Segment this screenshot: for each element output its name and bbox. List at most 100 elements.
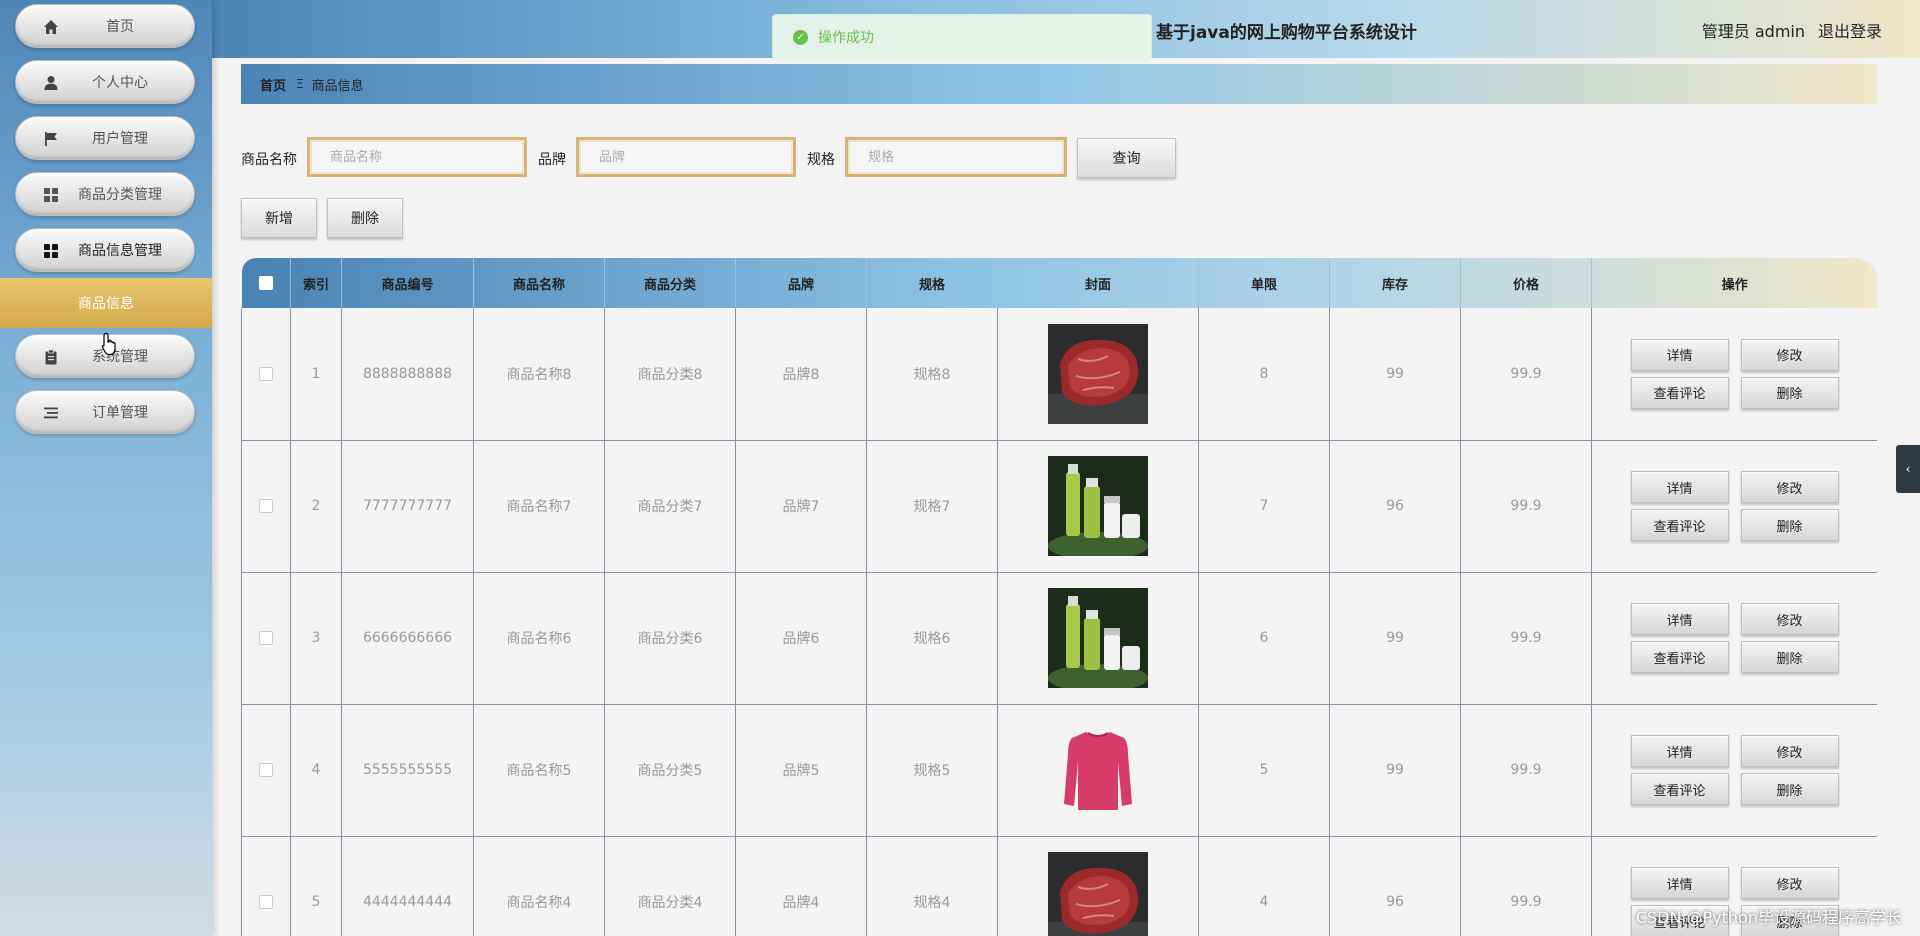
cell-code: 8888888888	[341, 308, 474, 441]
sidebar-item-profile[interactable]: 个人中心	[15, 60, 195, 104]
view-reviews-button[interactable]: 查看评论	[1630, 509, 1729, 541]
breadcrumb-current: 商品信息	[311, 78, 364, 94]
row-select-cell[interactable]	[241, 704, 291, 837]
column-header: 索引	[290, 258, 342, 308]
edit-button[interactable]: 修改	[1740, 867, 1839, 899]
row-checkbox[interactable]	[259, 763, 273, 777]
sidebar-item-home[interactable]: 首页	[15, 4, 195, 48]
edit-button[interactable]: 修改	[1740, 338, 1839, 371]
column-header: 单限	[1198, 258, 1330, 308]
site-title: 基于java的网上购物平台系统设计	[1156, 23, 1417, 43]
cell-price: 99.9	[1460, 440, 1592, 573]
view-reviews-button[interactable]: 查看评论	[1630, 376, 1729, 409]
cell-name: 商品名称4	[473, 836, 605, 936]
breadcrumb: 首页 Ξ 商品信息	[241, 64, 1877, 104]
column-header: 商品编号	[341, 258, 474, 308]
cell-limit: 8	[1198, 308, 1330, 441]
cell-brand: 品牌8	[735, 308, 867, 441]
cell-price: 99.9	[1460, 308, 1592, 441]
cell-category: 商品分类7	[604, 440, 736, 573]
row-select-cell[interactable]	[241, 308, 291, 441]
batch-delete-button[interactable]: 删除	[327, 198, 403, 238]
cell-spec: 规格6	[866, 572, 998, 705]
sidebar-item-category[interactable]: 商品分类管理	[15, 172, 195, 216]
sidebar-item-orders[interactable]: 订单管理	[15, 390, 195, 434]
column-header: 商品分类	[604, 258, 736, 308]
add-button[interactable]: 新增	[241, 198, 317, 238]
cell-spec: 规格4	[866, 836, 998, 936]
detail-button[interactable]: 详情	[1630, 603, 1729, 635]
column-header: 库存	[1329, 258, 1461, 308]
table-row: 2 7777777777 商品名称7 商品分类7 品牌7 规格7 7 96 99…	[241, 440, 1877, 573]
column-header: 规格	[866, 258, 998, 308]
column-header: 商品名称	[473, 258, 605, 308]
watermark: CSDN @Python毕设源码程序高学长	[1635, 908, 1902, 927]
delete-button[interactable]: 删除	[1740, 773, 1839, 805]
select-all-cell[interactable]	[241, 258, 291, 308]
logout-link[interactable]: 退出登录	[1818, 18, 1882, 42]
cell-brand: 品牌6	[735, 572, 867, 705]
column-header: 价格	[1460, 258, 1592, 308]
delete-button[interactable]: 删除	[1740, 376, 1839, 409]
edit-button[interactable]: 修改	[1740, 471, 1839, 503]
delete-button[interactable]: 删除	[1740, 641, 1839, 673]
cell-limit: 7	[1198, 440, 1330, 573]
cell-category: 商品分类4	[604, 836, 736, 936]
row-checkbox[interactable]	[259, 499, 273, 513]
sidebar-item-goods[interactable]: 商品信息管理	[15, 228, 195, 272]
cell-limit: 5	[1198, 704, 1330, 837]
cell-code: 6666666666	[341, 572, 474, 705]
submenu-item-goods-info[interactable]: 商品信息	[0, 278, 212, 328]
user-icon	[42, 74, 60, 92]
view-reviews-button[interactable]: 查看评论	[1630, 641, 1729, 673]
collapse-tab-chevron-left-icon[interactable]: ‹	[1896, 445, 1920, 493]
search-input-name[interactable]	[307, 137, 527, 177]
cell-cover	[997, 440, 1199, 573]
search-input-spec[interactable]	[845, 137, 1067, 177]
success-toast: ✓ 操作成功	[772, 14, 1152, 60]
table-header-row: 索引 商品编号 商品名称 商品分类 品牌 规格 封面 单限 库存 价格 操作	[241, 258, 1877, 308]
cell-limit: 6	[1198, 572, 1330, 705]
row-checkbox[interactable]	[259, 366, 273, 381]
row-select-cell[interactable]	[241, 836, 291, 936]
cell-cover	[997, 836, 1199, 936]
edit-button[interactable]: 修改	[1740, 735, 1839, 767]
table-row: 4 5555555555 商品名称5 商品分类5 品牌5 规格5 5 99 99…	[241, 704, 1877, 837]
search-input-brand[interactable]	[576, 137, 796, 177]
cell-stock: 99	[1329, 704, 1461, 837]
row-select-cell[interactable]	[241, 572, 291, 705]
cell-brand: 品牌4	[735, 836, 867, 936]
select-all-checkbox[interactable]	[258, 276, 273, 290]
delete-button[interactable]: 删除	[1740, 509, 1839, 541]
row-checkbox[interactable]	[259, 631, 273, 645]
cover-image	[1048, 456, 1148, 556]
row-select-cell[interactable]	[241, 440, 291, 573]
detail-button[interactable]: 详情	[1630, 338, 1729, 371]
sidebar-item-users[interactable]: 用户管理	[15, 116, 195, 160]
table-row: 1 8888888888 商品名称8 商品分类8 品牌8 规格8 8 99 99…	[241, 308, 1877, 441]
cell-ops: 详情 修改 查看评论 删除	[1591, 308, 1877, 441]
cell-brand: 品牌5	[735, 704, 867, 837]
breadcrumb-separator-icon: Ξ	[296, 77, 304, 91]
cell-stock: 96	[1329, 836, 1461, 936]
row-checkbox[interactable]	[259, 895, 273, 909]
admin-label: 管理员 admin	[1701, 22, 1805, 41]
cell-cover	[997, 704, 1199, 837]
cell-code: 4444444444	[341, 836, 474, 936]
cell-index: 2	[290, 440, 342, 573]
cell-index: 3	[290, 572, 342, 705]
cell-price: 99.9	[1460, 572, 1592, 705]
detail-button[interactable]: 详情	[1630, 471, 1729, 503]
cell-ops: 详情 修改 查看评论 删除	[1591, 572, 1877, 705]
cell-limit: 4	[1198, 836, 1330, 936]
table-row: 3 6666666666 商品名称6 商品分类6 品牌6 规格6 6 99 99…	[241, 572, 1877, 705]
check-circle-icon: ✓	[793, 29, 808, 45]
edit-button[interactable]: 修改	[1740, 603, 1839, 635]
detail-button[interactable]: 详情	[1630, 867, 1729, 899]
cell-category: 商品分类6	[604, 572, 736, 705]
query-button[interactable]: 查询	[1077, 138, 1176, 178]
breadcrumb-home[interactable]: 首页	[260, 75, 286, 94]
detail-button[interactable]: 详情	[1630, 735, 1729, 767]
home-icon	[42, 18, 60, 36]
view-reviews-button[interactable]: 查看评论	[1630, 773, 1729, 805]
